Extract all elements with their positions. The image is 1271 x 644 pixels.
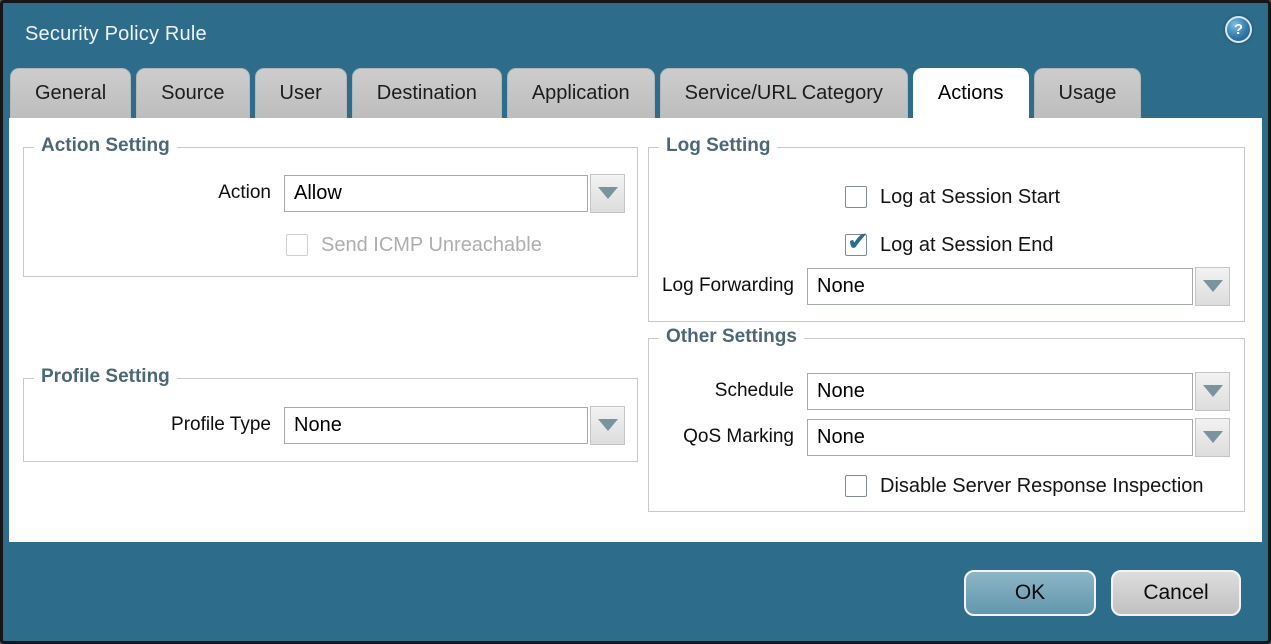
send-icmp-checkbox — [286, 234, 308, 256]
schedule-row: Schedule None — [649, 372, 1230, 410]
dsri-label: Disable Server Response Inspection — [880, 475, 1204, 498]
log-forwarding-select[interactable]: None — [807, 268, 1193, 305]
chevron-down-icon — [598, 419, 618, 431]
dialog-footer: OK Cancel — [3, 542, 1268, 638]
profile-type-row: Profile Type None — [24, 406, 625, 444]
actions-tab-panel: Action Setting Action Allow Send ICMP Un… — [9, 118, 1262, 542]
dialog-title: Security Policy Rule — [25, 23, 207, 46]
log-session-start-row: Log at Session Start — [845, 178, 1060, 216]
profile-type-combobox: None — [284, 406, 625, 445]
profile-type-dropdown-button[interactable] — [590, 406, 625, 445]
dsri-checkbox[interactable] — [845, 475, 867, 497]
profile-setting-legend: Profile Setting — [34, 366, 177, 388]
tab-application[interactable]: Application — [507, 68, 655, 118]
log-forwarding-combobox: None — [807, 267, 1230, 306]
log-setting-legend: Log Setting — [659, 135, 777, 157]
profile-type-label: Profile Type — [24, 414, 284, 436]
tab-service-url-category[interactable]: Service/URL Category — [660, 68, 908, 118]
log-forwarding-row: Log Forwarding None — [649, 267, 1230, 305]
schedule-dropdown-button[interactable] — [1195, 372, 1230, 411]
action-setting-legend: Action Setting — [34, 135, 177, 157]
log-session-end-row: Log at Session End — [845, 226, 1053, 264]
tab-user[interactable]: User — [255, 68, 347, 118]
qos-marking-combobox: None — [807, 418, 1230, 457]
security-policy-rule-dialog: Security Policy Rule ? General Source Us… — [0, 0, 1271, 644]
schedule-combobox: None — [807, 372, 1230, 411]
log-setting-group: Log Setting Log at Session Start Log at … — [648, 147, 1245, 322]
action-setting-group: Action Setting Action Allow Send ICMP Un… — [23, 147, 638, 277]
title-bar: Security Policy Rule ? — [3, 3, 1268, 68]
chevron-down-icon — [1203, 431, 1223, 443]
log-session-end-label: Log at Session End — [880, 234, 1053, 257]
qos-marking-row: QoS Marking None — [649, 418, 1230, 456]
action-combobox: Allow — [284, 174, 625, 213]
other-settings-legend: Other Settings — [659, 326, 804, 348]
log-session-end-checkbox[interactable] — [845, 234, 867, 256]
tab-actions[interactable]: Actions — [913, 68, 1029, 118]
profile-type-select[interactable]: None — [284, 407, 588, 444]
other-settings-group: Other Settings Schedule None QoS Marking… — [648, 338, 1245, 512]
schedule-select[interactable]: None — [807, 373, 1193, 410]
profile-setting-group: Profile Setting Profile Type None — [23, 378, 638, 462]
log-session-start-checkbox[interactable] — [845, 186, 867, 208]
action-label: Action — [24, 182, 284, 204]
qos-marking-select[interactable]: None — [807, 419, 1193, 456]
dsri-row: Disable Server Response Inspection — [845, 467, 1204, 505]
tab-source[interactable]: Source — [136, 68, 249, 118]
tab-usage[interactable]: Usage — [1034, 68, 1142, 118]
log-forwarding-dropdown-button[interactable] — [1195, 267, 1230, 306]
help-icon[interactable]: ? — [1225, 16, 1252, 43]
send-icmp-row: Send ICMP Unreachable — [286, 226, 542, 264]
log-session-start-label: Log at Session Start — [880, 186, 1060, 209]
chevron-down-icon — [1203, 385, 1223, 397]
action-select[interactable]: Allow — [284, 175, 588, 212]
qos-marking-label: QoS Marking — [649, 426, 807, 448]
cancel-button[interactable]: Cancel — [1111, 570, 1241, 616]
tab-destination[interactable]: Destination — [352, 68, 502, 118]
action-dropdown-button[interactable] — [590, 174, 625, 213]
tab-general[interactable]: General — [10, 68, 131, 118]
chevron-down-icon — [1203, 280, 1223, 292]
tab-bar: General Source User Destination Applicat… — [3, 68, 1268, 118]
log-forwarding-label: Log Forwarding — [649, 275, 807, 297]
action-row: Action Allow — [24, 174, 625, 212]
chevron-down-icon — [598, 187, 618, 199]
schedule-label: Schedule — [649, 380, 807, 402]
qos-marking-dropdown-button[interactable] — [1195, 418, 1230, 457]
ok-button[interactable]: OK — [964, 570, 1096, 616]
send-icmp-label: Send ICMP Unreachable — [321, 234, 542, 257]
